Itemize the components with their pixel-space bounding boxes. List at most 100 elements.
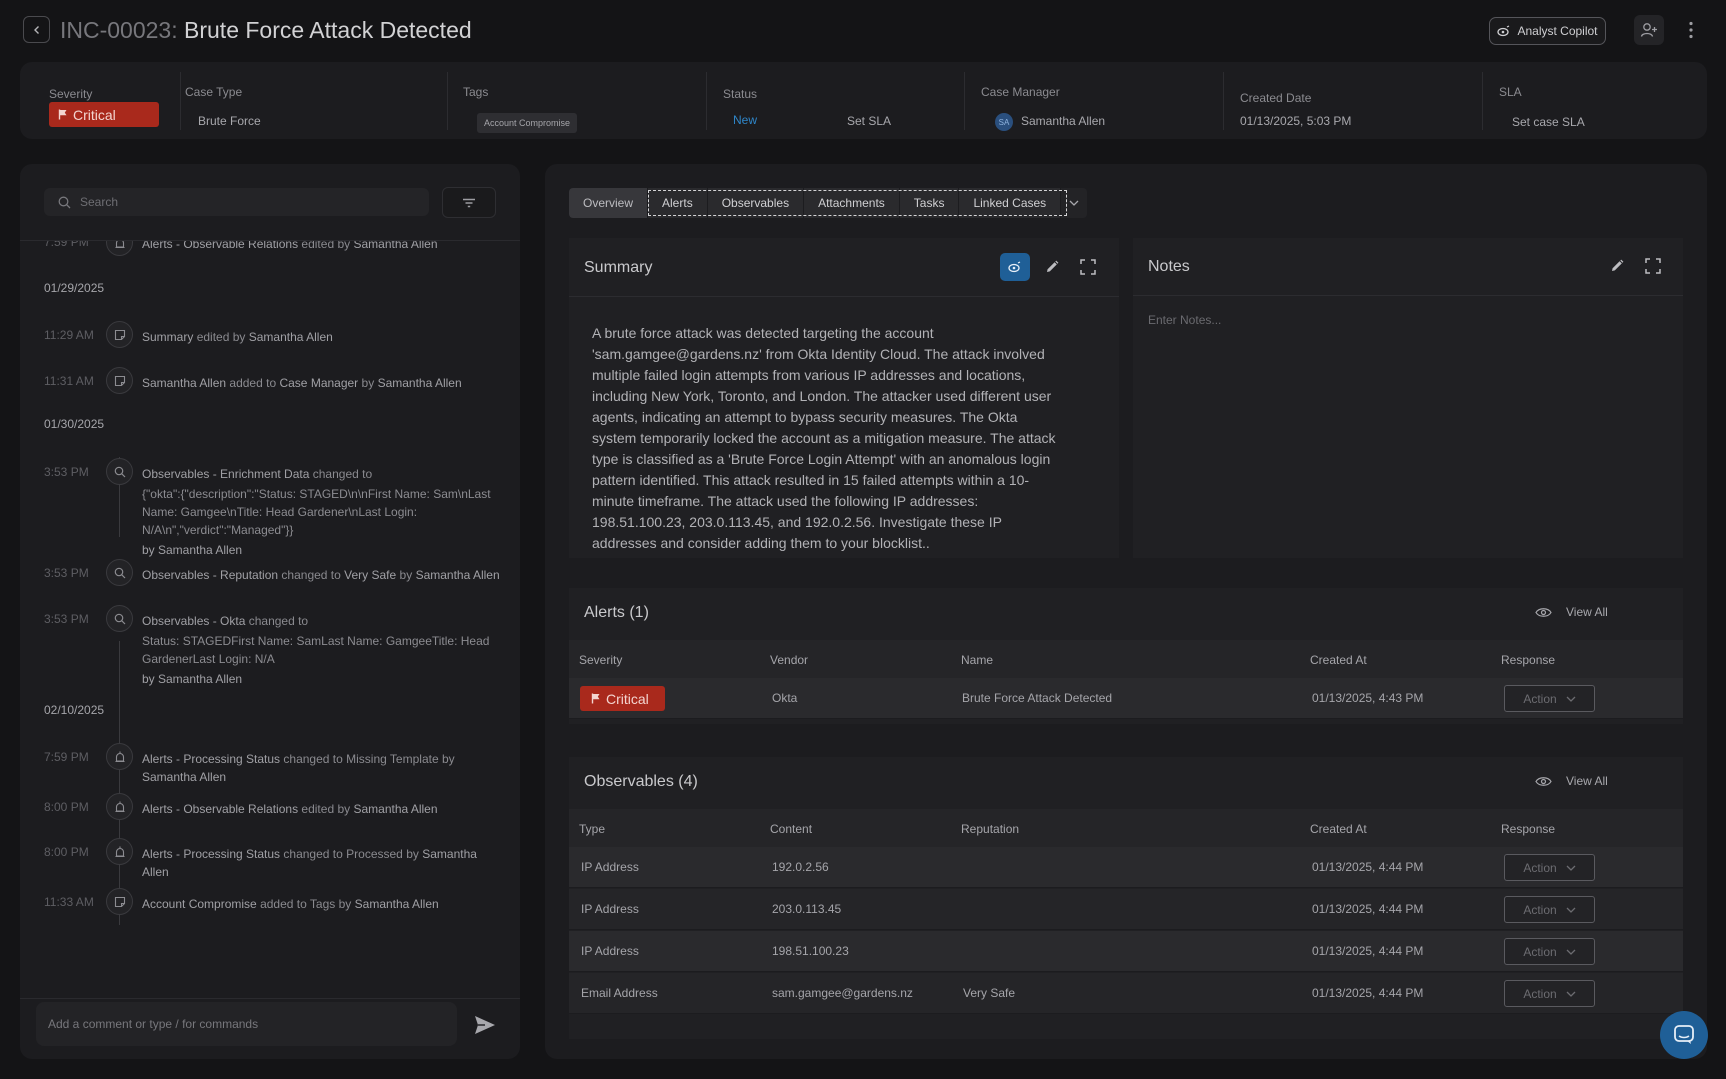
send-comment-button[interactable] (472, 1012, 498, 1038)
table-row[interactable]: IP Address 203.0.113.45 01/13/2025, 4:44… (569, 889, 1683, 930)
tabs-more-button[interactable] (1061, 188, 1088, 218)
timeline-subject: Observables - Enrichment Data (142, 467, 310, 481)
timeline-alert-icon (106, 838, 133, 865)
analyst-copilot-button[interactable]: Analyst Copilot (1489, 17, 1606, 45)
avatar: SA (995, 113, 1013, 131)
created-at-cell: 01/13/2025, 4:44 PM (1312, 860, 1424, 874)
severity-badge: Critical (580, 686, 665, 711)
edit-summary-button[interactable] (1037, 253, 1067, 281)
timeline-by: by (338, 897, 352, 911)
chevron-down-icon (1566, 865, 1576, 871)
timeline-time: 8:00 PM (44, 845, 89, 859)
add-user-button[interactable] (1634, 15, 1664, 45)
note-icon (114, 375, 125, 386)
case-manager-value: Samantha Allen (1021, 114, 1106, 128)
alert-name-link[interactable]: Brute Force Attack Detected (962, 691, 1112, 705)
expand-notes-button[interactable] (1638, 252, 1668, 280)
case-type-label: Case Type (185, 85, 243, 99)
case-manager-field[interactable]: Case Manager SA Samantha Allen (964, 72, 1224, 131)
eye-icon (1535, 776, 1552, 786)
timeline-alert-icon (106, 241, 133, 256)
sla-field[interactable]: SLA Set case SLA (1482, 72, 1707, 130)
timeline-time: 3:53 PM (44, 566, 89, 580)
timeline-time: 7:59 PM (44, 241, 89, 249)
timeline-verb: edited by (301, 802, 351, 816)
content-cell: 203.0.113.45 (772, 902, 842, 916)
top-bar: INC-00023: Brute Force Attack Detected A… (0, 0, 1726, 60)
table-row[interactable]: Email Address sam.gamgee@gardens.nz Very… (569, 973, 1683, 1014)
set-case-sla-link[interactable]: Set case SLA (1512, 115, 1585, 129)
comment-box[interactable] (36, 1002, 457, 1046)
type-cell: IP Address (581, 902, 639, 916)
back-button[interactable] (23, 16, 50, 43)
tab-alerts[interactable]: Alerts (648, 188, 708, 218)
timeline-subject: Alerts - Processing Status (142, 752, 281, 766)
timeline-subject: Alerts - Observable Relations (142, 802, 299, 816)
table-row[interactable]: Critical Okta Brute Force Attack Detecte… (569, 678, 1683, 719)
timeline-detail: Status: STAGEDFirst Name: SamLast Name: … (142, 634, 490, 666)
action-dropdown[interactable]: Action (1504, 980, 1595, 1007)
table-row[interactable]: IP Address 192.0.2.56 01/13/2025, 4:44 P… (569, 847, 1683, 888)
notes-input[interactable] (1148, 313, 1668, 513)
tab-linked-cases[interactable]: Linked Cases (959, 188, 1062, 218)
more-options-button[interactable] (1676, 15, 1706, 45)
type-cell: IP Address (581, 944, 639, 958)
timeline-by: by (406, 847, 419, 861)
action-dropdown[interactable]: Action (1504, 685, 1595, 712)
created-date-value: 01/13/2025, 5:03 PM (1240, 114, 1352, 128)
tab-observables[interactable]: Observables (707, 188, 805, 218)
timeline-search-icon (106, 458, 133, 485)
action-dropdown[interactable]: Action (1504, 896, 1595, 923)
set-sla-link[interactable]: Set SLA (847, 114, 891, 128)
tags-field[interactable]: Tags Account Compromise (447, 72, 707, 133)
timeline-time: 3:53 PM (44, 612, 89, 626)
note-icon (114, 329, 125, 340)
timeline-user: by Samantha Allen (142, 672, 243, 686)
notes-card: Notes (1133, 238, 1683, 558)
content-cell: 198.51.100.23 (772, 944, 849, 958)
action-dropdown[interactable]: Action (1504, 854, 1595, 881)
status-value[interactable]: New (733, 113, 757, 127)
timeline-user: Samantha Allen (248, 330, 333, 344)
action-dropdown[interactable]: Action (1504, 938, 1595, 965)
case-type-field[interactable]: Case Type Brute Force (180, 72, 440, 130)
column-header: Response (1501, 822, 1556, 836)
timeline-verb: added to (229, 376, 277, 390)
alerts-view-all-button[interactable]: View All (1535, 605, 1608, 619)
comment-input[interactable] (48, 1017, 438, 1031)
reputation-cell: Very Safe (963, 986, 1016, 1000)
expand-summary-button[interactable] (1073, 253, 1103, 281)
timeline-date: 02/10/2025 (44, 703, 105, 717)
tag-chip[interactable]: Account Compromise (477, 113, 578, 133)
filter-button[interactable] (442, 187, 496, 218)
table-row[interactable]: IP Address 198.51.100.23 01/13/2025, 4:4… (569, 931, 1683, 972)
timeline-detail: {"okta":{"description":"Status: STAGED\n… (142, 487, 491, 537)
chevron-down-icon (1566, 949, 1576, 955)
tab-tasks[interactable]: Tasks (899, 188, 960, 218)
copilot-icon (1497, 25, 1510, 37)
status-field: Status New Set SLA (706, 72, 966, 130)
incident-id: INC-00023: (60, 17, 178, 43)
edit-notes-button[interactable] (1602, 252, 1632, 280)
search-input[interactable] (80, 195, 400, 209)
timeline-search-icon (106, 559, 133, 586)
timeline-entry-text: Observables - Reputation changed to Very… (142, 566, 502, 584)
support-chat-button[interactable] (1660, 1011, 1708, 1059)
severity-badge[interactable]: Critical (49, 102, 159, 127)
fullscreen-icon (1645, 258, 1661, 274)
observables-card: Observables (4) View All Type Content Re… (569, 757, 1683, 1039)
tab-attachments[interactable]: Attachments (804, 188, 900, 218)
case-manager-label: Case Manager (981, 85, 1060, 99)
column-header: Created At (1310, 822, 1367, 836)
action-label: Action (1523, 944, 1557, 959)
activity-timeline[interactable]: 7:59 PM Alerts - Observable Relations ed… (20, 241, 520, 999)
copilot-summarize-button[interactable] (1000, 253, 1030, 281)
timeline-alert-icon (106, 793, 133, 820)
observables-view-all-button[interactable]: View All (1535, 774, 1608, 788)
tab-overview[interactable]: Overview (569, 188, 649, 218)
activity-search[interactable] (44, 188, 429, 216)
timeline-by: by (441, 752, 455, 766)
timeline-time: 11:33 AM (44, 895, 94, 909)
timeline-by: by (399, 568, 413, 582)
severity-label: Severity (49, 87, 93, 101)
